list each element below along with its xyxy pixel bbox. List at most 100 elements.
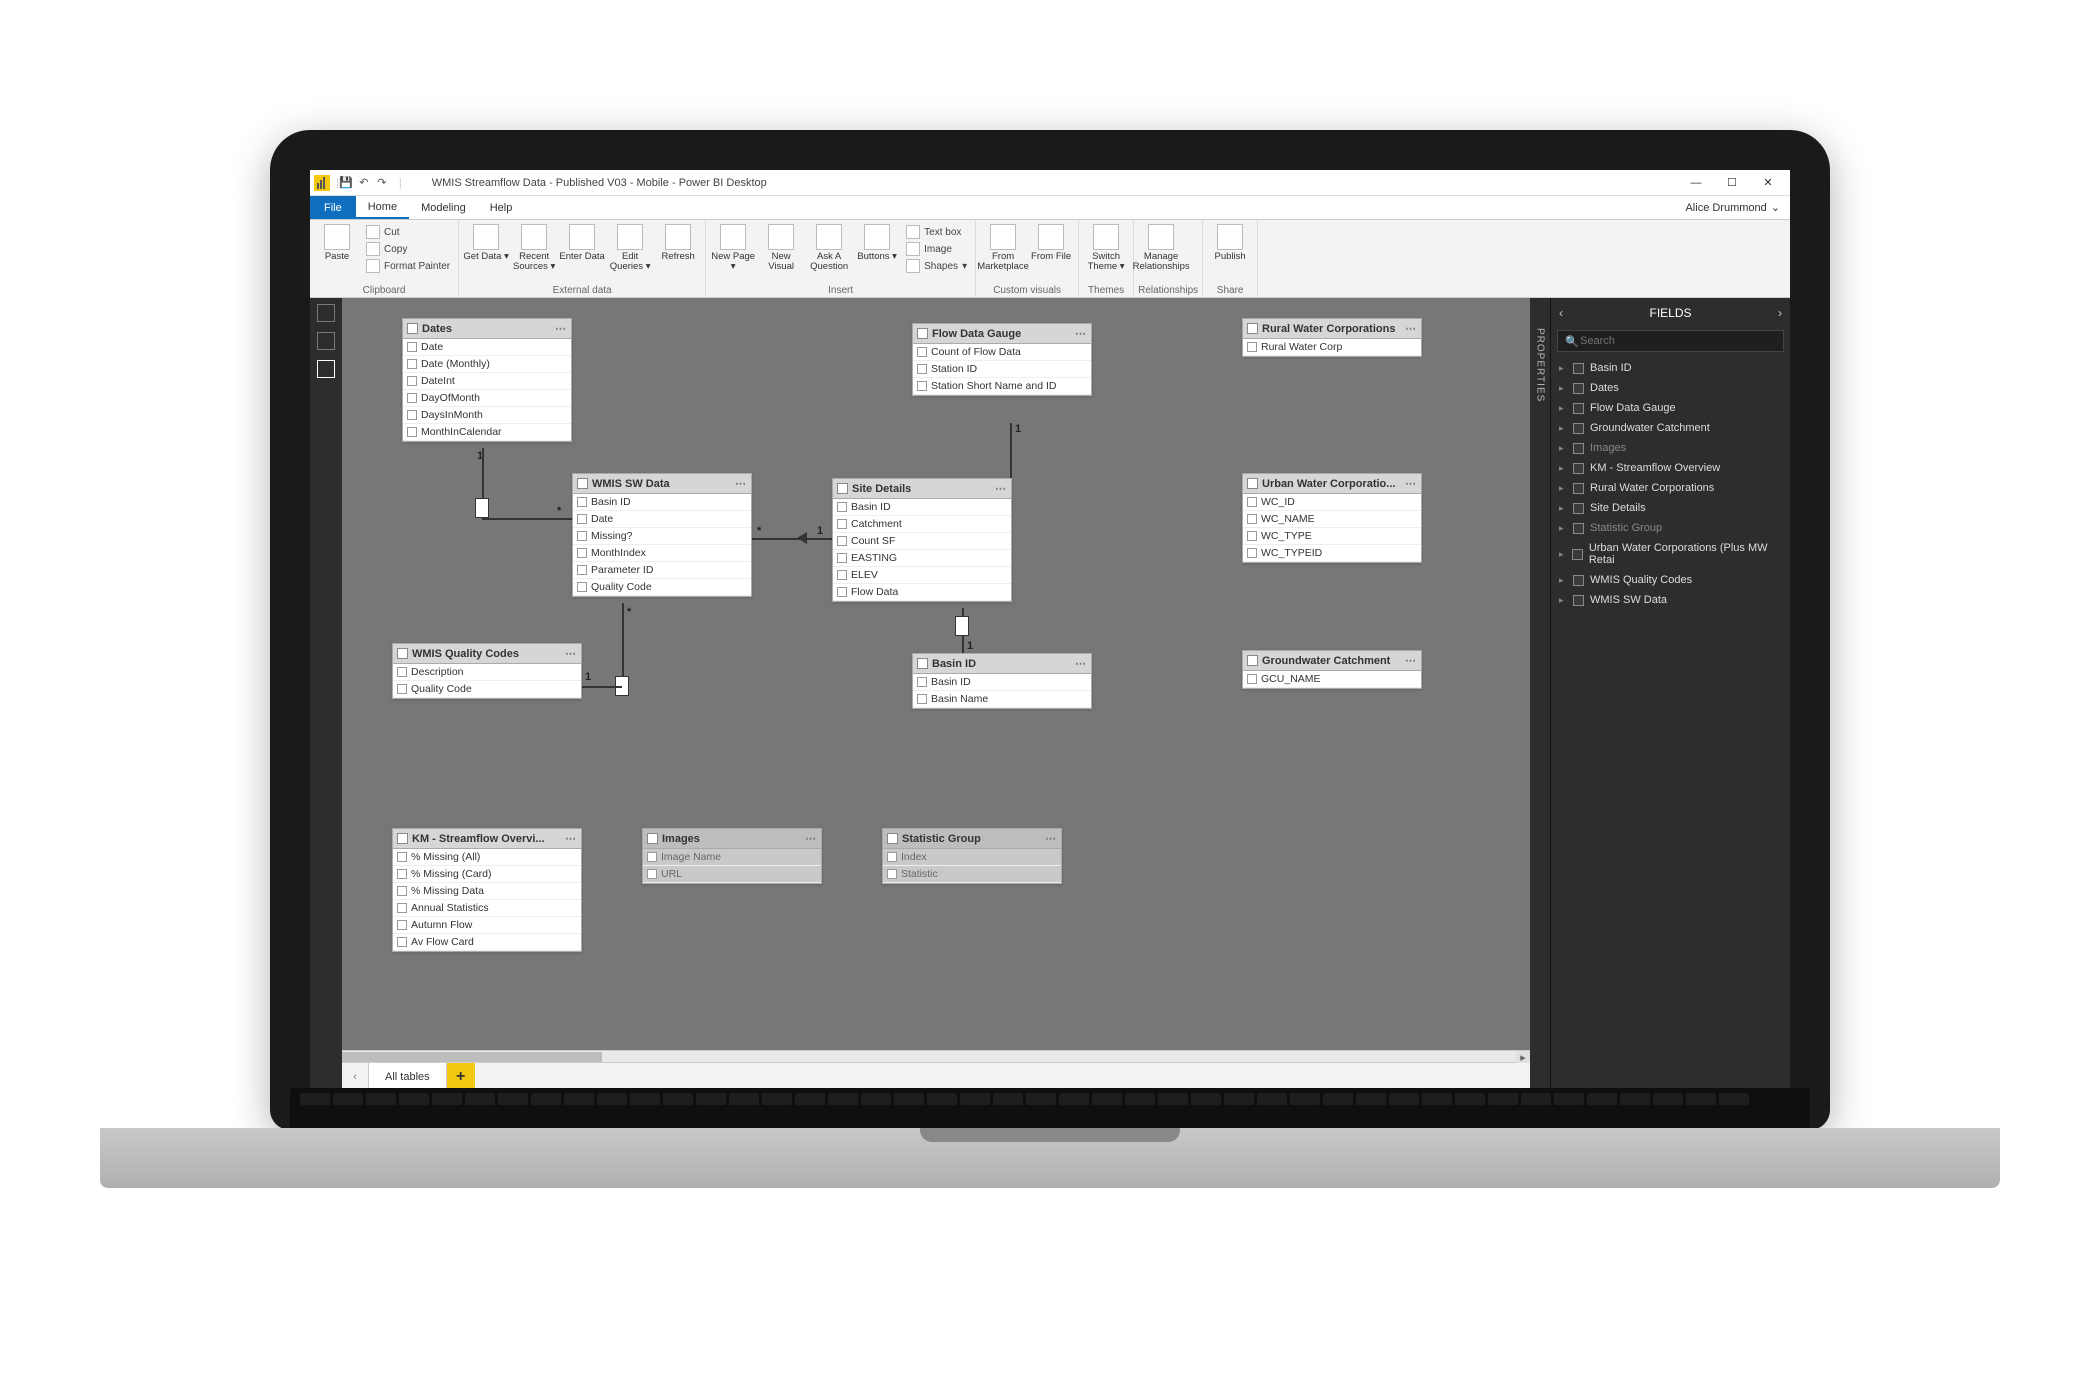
field-row[interactable]: MonthIndex <box>573 545 751 562</box>
field-row[interactable]: Basin Name <box>913 691 1091 708</box>
field-row[interactable]: % Missing (All) <box>393 849 581 866</box>
field-row[interactable]: Missing? <box>573 528 751 545</box>
edit-queries-button[interactable]: Edit Queries ▾ <box>607 222 653 275</box>
shapes-button[interactable]: Shapes ▾ <box>902 258 971 274</box>
cut-button[interactable]: Cut <box>362 224 454 240</box>
field-row[interactable]: Date (Monthly) <box>403 356 571 373</box>
maximize-button[interactable]: ☐ <box>1714 170 1750 196</box>
fields-panel-item[interactable]: ▸Urban Water Corporations (Plus MW Retai <box>1551 538 1790 570</box>
field-row[interactable]: WC_TYPEID <box>1243 545 1421 562</box>
refresh-button[interactable]: Refresh <box>655 222 701 264</box>
save-icon[interactable]: 💾 <box>339 176 353 190</box>
add-tab-button[interactable]: + <box>447 1063 475 1091</box>
field-row[interactable]: MonthInCalendar <box>403 424 571 441</box>
diagram-table-stat[interactable]: Statistic Group⋯IndexStatistic <box>882 828 1062 884</box>
properties-rail[interactable]: PROPERTIES <box>1530 298 1550 1090</box>
table-menu-icon[interactable]: ⋯ <box>1075 327 1087 340</box>
table-menu-icon[interactable]: ⋯ <box>565 647 577 660</box>
report-view-icon[interactable] <box>317 304 335 322</box>
tab-file[interactable]: File <box>310 196 356 219</box>
scrollbar-thumb[interactable] <box>342 1052 602 1062</box>
relationship-line[interactable] <box>582 686 622 688</box>
fields-panel-item[interactable]: ▸KM - Streamflow Overview <box>1551 458 1790 478</box>
data-view-icon[interactable] <box>317 332 335 350</box>
diagram-table-wmis[interactable]: WMIS SW Data⋯Basin IDDateMissing?MonthIn… <box>572 473 752 597</box>
field-row[interactable]: WC_TYPE <box>1243 528 1421 545</box>
table-menu-icon[interactable]: ⋯ <box>735 477 747 490</box>
buttons-button[interactable]: Buttons ▾ <box>854 222 900 264</box>
table-menu-icon[interactable]: ⋯ <box>1405 322 1417 335</box>
redo-icon[interactable]: ↷ <box>375 176 389 190</box>
new-page-button[interactable]: New Page ▾ <box>710 222 756 275</box>
table-menu-icon[interactable]: ⋯ <box>1405 477 1417 490</box>
tab-modeling[interactable]: Modeling <box>409 196 478 219</box>
fields-panel-item[interactable]: ▸Images <box>1551 438 1790 458</box>
user-account[interactable]: Alice Drummond ⌄ <box>1675 196 1790 219</box>
field-row[interactable]: % Missing (Card) <box>393 866 581 883</box>
field-row[interactable]: DaysInMonth <box>403 407 571 424</box>
field-row[interactable]: Image Name <box>643 849 821 866</box>
field-row[interactable]: ELEV <box>833 567 1011 584</box>
scroll-right-icon[interactable]: ▸ <box>1516 1051 1530 1063</box>
undo-icon[interactable]: ↶ <box>357 176 371 190</box>
field-row[interactable]: Station Short Name and ID <box>913 378 1091 395</box>
field-row[interactable]: Rural Water Corp <box>1243 339 1421 356</box>
field-row[interactable]: Statistic <box>883 866 1061 883</box>
field-row[interactable]: Quality Code <box>393 681 581 698</box>
diagram-table-km[interactable]: KM - Streamflow Overvi...⋯% Missing (All… <box>392 828 582 952</box>
copy-button[interactable]: Copy <box>362 241 454 257</box>
from-marketplace-button[interactable]: From Marketplace <box>980 222 1026 275</box>
table-menu-icon[interactable]: ⋯ <box>1405 654 1417 667</box>
diagram-table-basin[interactable]: Basin ID⋯Basin IDBasin Name <box>912 653 1092 709</box>
fields-panel-item[interactable]: ▸Flow Data Gauge <box>1551 398 1790 418</box>
table-menu-icon[interactable]: ⋯ <box>555 322 567 335</box>
field-row[interactable]: DayOfMonth <box>403 390 571 407</box>
relationship-filter-icon[interactable] <box>475 498 489 518</box>
relationship-line[interactable] <box>482 518 572 520</box>
field-row[interactable]: Av Flow Card <box>393 934 581 951</box>
diagram-table-quality[interactable]: WMIS Quality Codes⋯DescriptionQuality Co… <box>392 643 582 699</box>
table-menu-icon[interactable]: ⋯ <box>1075 657 1087 670</box>
field-row[interactable]: Station ID <box>913 361 1091 378</box>
field-row[interactable]: Count SF <box>833 533 1011 550</box>
field-row[interactable]: EASTING <box>833 550 1011 567</box>
field-row[interactable]: Catchment <box>833 516 1011 533</box>
publish-button[interactable]: Publish <box>1207 222 1253 264</box>
tab-home[interactable]: Home <box>356 196 409 219</box>
field-row[interactable]: Date <box>403 339 571 356</box>
model-view-icon[interactable] <box>317 360 335 378</box>
field-row[interactable]: Index <box>883 849 1061 866</box>
diagram-table-gcu[interactable]: Groundwater Catchment⋯GCU_NAME <box>1242 650 1422 689</box>
image-button[interactable]: Image <box>902 241 971 257</box>
field-row[interactable]: Parameter ID <box>573 562 751 579</box>
minimize-button[interactable]: — <box>1678 170 1714 196</box>
fields-panel-item[interactable]: ▸Rural Water Corporations <box>1551 478 1790 498</box>
table-menu-icon[interactable]: ⋯ <box>1045 832 1057 845</box>
field-row[interactable]: Quality Code <box>573 579 751 596</box>
field-row[interactable]: % Missing Data <box>393 883 581 900</box>
close-button[interactable]: ✕ <box>1750 170 1786 196</box>
format-painter-button[interactable]: Format Painter <box>362 258 454 274</box>
diagram-table-site[interactable]: Site Details⋯Basin IDCatchmentCount SFEA… <box>832 478 1012 602</box>
fields-panel-item[interactable]: ▸Groundwater Catchment <box>1551 418 1790 438</box>
relationship-line[interactable] <box>1010 423 1012 478</box>
paste-button[interactable]: Paste <box>314 222 360 264</box>
fields-panel-item[interactable]: ▸Dates <box>1551 378 1790 398</box>
diagram-table-rwc[interactable]: Rural Water Corporations⋯Rural Water Cor… <box>1242 318 1422 357</box>
tab-help[interactable]: Help <box>478 196 525 219</box>
field-row[interactable]: Basin ID <box>833 499 1011 516</box>
field-row[interactable]: Annual Statistics <box>393 900 581 917</box>
table-menu-icon[interactable]: ⋯ <box>565 832 577 845</box>
fields-panel-item[interactable]: ▸WMIS Quality Codes <box>1551 570 1790 590</box>
new-visual-button[interactable]: New Visual <box>758 222 804 275</box>
fields-panel-item[interactable]: ▸Basin ID <box>1551 358 1790 378</box>
ask-question-button[interactable]: Ask A Question <box>806 222 852 275</box>
field-row[interactable]: Date <box>573 511 751 528</box>
fields-panel-item[interactable]: ▸Site Details <box>1551 498 1790 518</box>
table-menu-icon[interactable]: ⋯ <box>995 482 1007 495</box>
chevron-left-icon[interactable]: ‹ <box>1559 306 1563 320</box>
textbox-button[interactable]: Text box <box>902 224 971 240</box>
table-menu-icon[interactable]: ⋯ <box>805 832 817 845</box>
tab-nav-prev[interactable]: ‹ <box>342 1063 368 1091</box>
enter-data-button[interactable]: Enter Data <box>559 222 605 264</box>
